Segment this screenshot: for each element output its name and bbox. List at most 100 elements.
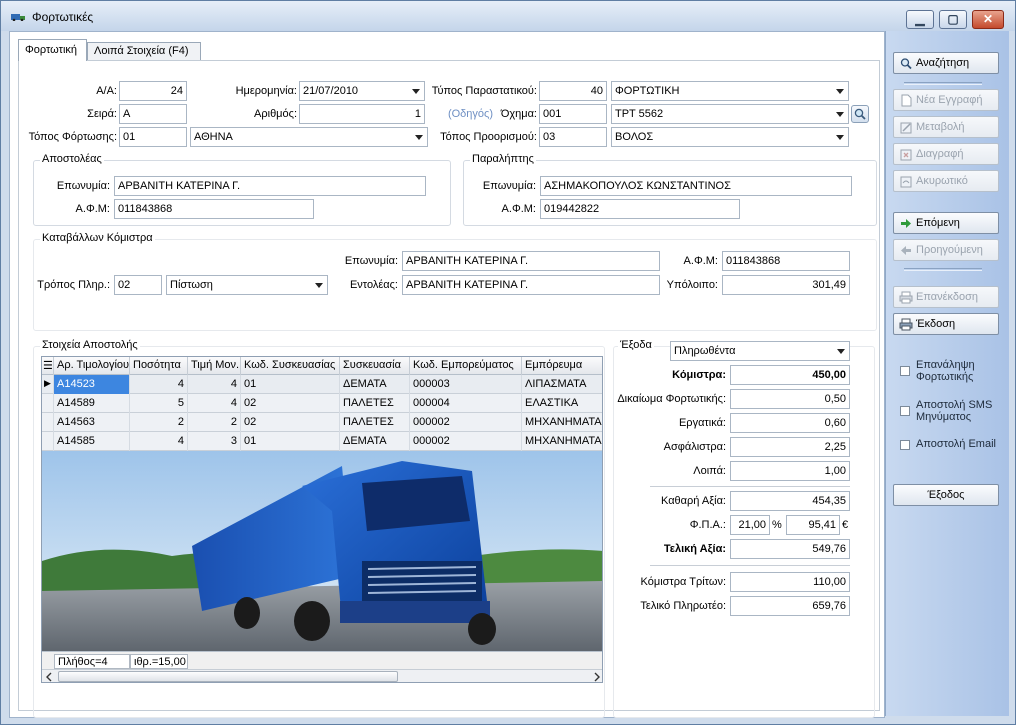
search-button[interactable]: Αναζήτηση	[893, 52, 999, 74]
cancel-document-button[interactable]: Ακυρωτικό	[893, 170, 999, 192]
cell[interactable]: 3	[188, 432, 241, 451]
col-qty[interactable]: Ποσότητα	[130, 357, 188, 375]
maximize-button[interactable]: ▢	[939, 10, 967, 29]
cell[interactable]: 2	[130, 413, 188, 432]
freight-field[interactable]: 450,00	[730, 365, 850, 385]
minimize-button[interactable]: ▁	[906, 10, 934, 29]
table-row[interactable]: Α14589 5 4 02 ΠΑΛΕΤΕΣ 000004 ΕΛΑΣΤΙΚΑ	[42, 394, 602, 413]
cell[interactable]: 4	[188, 394, 241, 413]
cell[interactable]: Α14589	[54, 394, 130, 413]
payer-afm-field[interactable]: 011843868	[722, 251, 850, 271]
cell[interactable]: 02	[241, 413, 340, 432]
new-record-button[interactable]: Νέα Εγγραφή	[893, 89, 999, 111]
exit-button[interactable]: Έξοδος	[893, 484, 999, 506]
close-button[interactable]: ✕	[972, 10, 1004, 29]
sender-afm-field[interactable]: 011843868	[114, 199, 314, 219]
expenses-mode: Πληρωθέντα	[674, 345, 736, 357]
other-field[interactable]: 1,00	[730, 461, 850, 481]
table-row[interactable]: Α14585 4 3 01 ΔΕΜΑΤΑ 000002 ΜΗΧΑΝΗΜΑΤΑ	[42, 432, 602, 451]
payable-field: 659,76	[730, 596, 850, 616]
sender-name-field[interactable]: ΑΡΒΑΝΙΤΗ ΚΑΤΕΡΙΝΑ Γ.	[114, 176, 426, 196]
previous-button[interactable]: Προηγούμενη	[893, 239, 999, 261]
cell[interactable]: ΔΕΜΑΤΑ	[340, 432, 410, 451]
reissue-button[interactable]: Επανέκδοση	[893, 286, 999, 308]
delete-button[interactable]: Διαγραφή	[893, 143, 999, 165]
aa-field[interactable]: 24	[119, 81, 187, 101]
cell[interactable]: ΔΕΜΑΤΑ	[340, 375, 410, 394]
expenses-mode-select[interactable]: Πληρωθέντα	[670, 341, 850, 361]
loading-select[interactable]: ΑΘΗΝΑ	[190, 127, 428, 147]
cell[interactable]: 000004	[410, 394, 522, 413]
scroll-right-icon[interactable]	[592, 672, 602, 682]
paymode-code-field[interactable]: 02	[114, 275, 162, 295]
table-row[interactable]: ▶ Α14523 4 4 01 ΔΕΜΑΤΑ 000003 ΛΙΠΑΣΜΑΤΑ	[42, 375, 602, 394]
scroll-left-icon[interactable]	[44, 672, 54, 682]
horizontal-scrollbar[interactable]	[42, 669, 602, 682]
repeat-checkbox[interactable]	[900, 366, 910, 376]
loading-code-field[interactable]: 01	[119, 127, 187, 147]
insurance-field[interactable]: 2,25	[730, 437, 850, 457]
cell[interactable]: 01	[241, 375, 340, 394]
date-picker[interactable]: 21/07/2010	[299, 81, 425, 101]
grid-menu-icon[interactable]: ☰	[42, 357, 54, 375]
cell[interactable]: Α14563	[54, 413, 130, 432]
paymode-select[interactable]: Πίστωση	[166, 275, 328, 295]
cell[interactable]: 02	[241, 394, 340, 413]
cell[interactable]: ΜΗΧΑΝΗΜΑΤΑ	[522, 413, 602, 432]
cell[interactable]: 5	[130, 394, 188, 413]
vehicle-select[interactable]: ΤΡΤ 5562	[611, 104, 849, 124]
cell[interactable]: ΠΑΛΕΤΕΣ	[340, 394, 410, 413]
right-field[interactable]: 0,50	[730, 389, 850, 409]
number-field[interactable]: 1	[299, 104, 425, 124]
cell[interactable]: ΜΗΧΑΝΗΜΑΤΑ	[522, 432, 602, 451]
col-goods[interactable]: Εμπόρευμα	[522, 357, 602, 375]
col-pack-code[interactable]: Κωδ. Συσκευασίας	[241, 357, 340, 375]
cell[interactable]: 01	[241, 432, 340, 451]
col-unit-price[interactable]: Τιμή Μον.	[188, 357, 241, 375]
col-pack[interactable]: Συσκευασία	[340, 357, 410, 375]
series-field[interactable]: Α	[119, 104, 187, 124]
receiver-afm-field[interactable]: 019442822	[540, 199, 740, 219]
vat-pct-field[interactable]: 21,00	[730, 515, 770, 535]
next-button[interactable]: Επόμενη	[893, 212, 999, 234]
payer-name-field[interactable]: ΑΡΒΑΝΙΤΗ ΚΑΤΕΡΙΝΑ Γ.	[402, 251, 660, 271]
tab-freight[interactable]: Φορτωτική	[18, 39, 87, 61]
driver-link[interactable]: (Οδηγός)	[439, 108, 493, 120]
tab-other-details[interactable]: Λοιπά Στοιχεία (F4)	[87, 42, 201, 60]
payer-title: Καταβάλλων Κόμιστρα	[40, 232, 155, 244]
vehicle-code-field[interactable]: 001	[539, 104, 607, 124]
col-invoice[interactable]: Αρ. Τιμολογίου	[54, 357, 130, 375]
scroll-thumb[interactable]	[58, 671, 398, 682]
doctype-code-field[interactable]: 40	[539, 81, 607, 101]
cell[interactable]: ΠΑΛΕΤΕΣ	[340, 413, 410, 432]
edit-label: Μεταβολή	[916, 121, 965, 133]
window-title: Φορτωτικές	[32, 10, 94, 24]
receiver-name-field[interactable]: ΑΣΗΜΑΚΟΠΟΥΛΟΣ ΚΩΝΣΤΑΝΤΙΝΟΣ	[540, 176, 852, 196]
sms-checkbox[interactable]	[900, 406, 910, 416]
cell[interactable]: 000002	[410, 432, 522, 451]
edit-button[interactable]: Μεταβολή	[893, 116, 999, 138]
cell[interactable]: 000003	[410, 375, 522, 394]
col-goods-code[interactable]: Κωδ. Εμπορεύματος	[410, 357, 522, 375]
doctype-select[interactable]: ΦΟΡΤΩΤΙΚΗ	[611, 81, 849, 101]
order-field[interactable]: ΑΡΒΑΝΙΤΗ ΚΑΤΕΡΙΝΑ Γ.	[402, 275, 660, 295]
table-row[interactable]: Α14563 2 2 02 ΠΑΛΕΤΕΣ 000002 ΜΗΧΑΝΗΜΑΤΑ	[42, 413, 602, 432]
cell[interactable]: 4	[130, 375, 188, 394]
third-field[interactable]: 110,00	[730, 572, 850, 592]
cell[interactable]: Α14585	[54, 432, 130, 451]
cell[interactable]: 4	[130, 432, 188, 451]
cell[interactable]: Α14523	[54, 375, 130, 394]
dest-code-field[interactable]: 03	[539, 127, 607, 147]
cell[interactable]: ΛΙΠΑΣΜΑΤΑ	[522, 375, 602, 394]
issue-button[interactable]: Έκδοση	[893, 313, 999, 335]
total-field: 549,76	[730, 539, 850, 559]
cell[interactable]: 000002	[410, 413, 522, 432]
cell[interactable]: 4	[188, 375, 241, 394]
receiver-name-label: Επωνυμία:	[482, 180, 536, 192]
dest-select[interactable]: ΒΟΛΟΣ	[611, 127, 849, 147]
labor-field[interactable]: 0,60	[730, 413, 850, 433]
email-checkbox[interactable]	[900, 440, 910, 450]
vehicle-search-button[interactable]	[851, 105, 869, 123]
cell[interactable]: ΕΛΑΣΤΙΚΑ	[522, 394, 602, 413]
cell[interactable]: 2	[188, 413, 241, 432]
